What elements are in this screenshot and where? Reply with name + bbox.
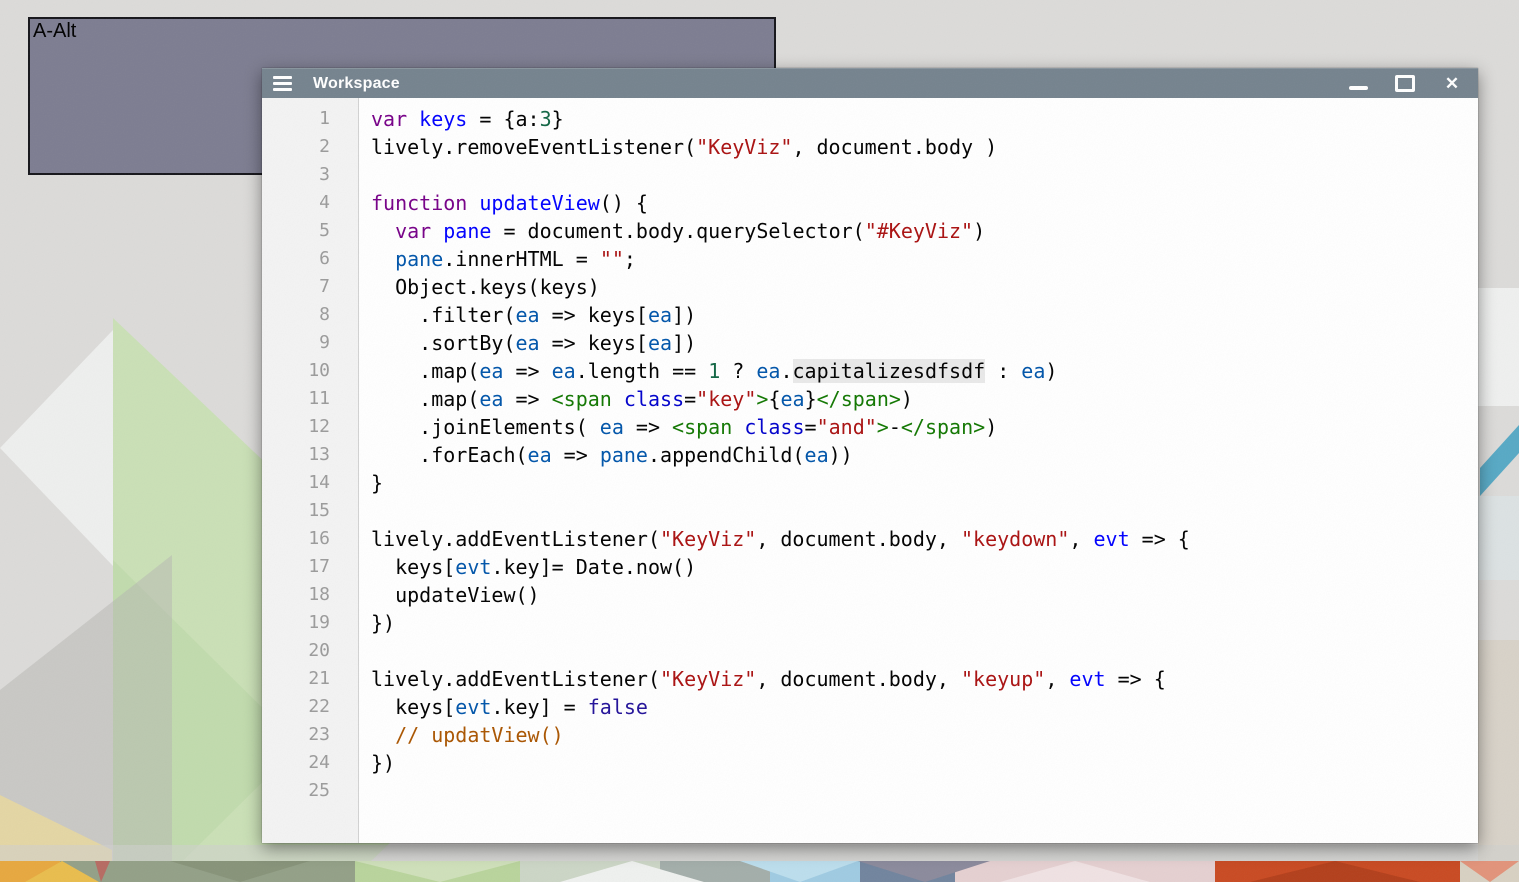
code-line: }) xyxy=(371,609,1478,637)
background-shape xyxy=(1480,425,1519,496)
code-line: lively.addEventListener("KeyViz", docume… xyxy=(371,525,1478,553)
line-number: 14 xyxy=(262,469,358,497)
background-shape xyxy=(1478,496,1519,580)
code-line: .filter(ea => keys[ea]) xyxy=(371,301,1478,329)
code-line: lively.removeEventListener("KeyViz", doc… xyxy=(371,133,1478,161)
line-number: 5 xyxy=(262,217,358,245)
close-icon: ✕ xyxy=(1445,75,1459,92)
line-number: 3 xyxy=(262,161,358,189)
code-line: keys[evt.key]= Date.now() xyxy=(371,553,1478,581)
line-number: 21 xyxy=(262,665,358,693)
code-line xyxy=(371,497,1478,525)
maximize-icon xyxy=(1395,75,1415,92)
code-line: var keys = {a:3} xyxy=(371,105,1478,133)
line-number: 15 xyxy=(262,497,358,525)
code-line: Object.keys(keys) xyxy=(371,273,1478,301)
code-line: .map(ea => <span class="key">{ea}</span>… xyxy=(371,385,1478,413)
line-number: 18 xyxy=(262,581,358,609)
line-number: 19 xyxy=(262,609,358,637)
workspace-window: Workspace ✕ 1234567891011121314151617181… xyxy=(262,68,1478,843)
code-line: .sortBy(ea => keys[ea]) xyxy=(371,329,1478,357)
window-title: Workspace xyxy=(313,75,400,93)
code-line: keys[evt.key] = false xyxy=(371,693,1478,721)
background-shape xyxy=(1478,288,1519,406)
line-number-gutter: 1234567891011121314151617181920212223242… xyxy=(262,98,359,843)
line-number: 8 xyxy=(262,301,358,329)
minimize-icon xyxy=(1349,86,1368,90)
line-number: 11 xyxy=(262,385,358,413)
line-number: 1 xyxy=(262,105,358,133)
code-line xyxy=(371,161,1478,189)
line-number: 12 xyxy=(262,413,358,441)
line-number: 7 xyxy=(262,273,358,301)
code-line: .joinElements( ea => <span class="and">-… xyxy=(371,413,1478,441)
close-button[interactable]: ✕ xyxy=(1442,74,1462,94)
code-line: updateView() xyxy=(371,581,1478,609)
minimize-button[interactable] xyxy=(1348,74,1368,94)
line-number: 9 xyxy=(262,329,358,357)
line-number: 16 xyxy=(262,525,358,553)
code-line: // updatView() xyxy=(371,721,1478,749)
background-shape xyxy=(0,330,113,566)
window-titlebar[interactable]: Workspace ✕ xyxy=(262,68,1478,98)
code-line xyxy=(371,777,1478,805)
code-line: pane.innerHTML = ""; xyxy=(371,245,1478,273)
line-number: 13 xyxy=(262,441,358,469)
line-number: 25 xyxy=(262,777,358,805)
line-number: 23 xyxy=(262,721,358,749)
maximize-button[interactable] xyxy=(1395,74,1415,94)
line-number: 10 xyxy=(262,357,358,385)
background-shape xyxy=(1478,640,1519,861)
background-shape xyxy=(0,845,1519,861)
line-number: 17 xyxy=(262,553,358,581)
code-line: }) xyxy=(371,749,1478,777)
a-alt-label: A-Alt xyxy=(33,20,76,42)
line-number: 4 xyxy=(262,189,358,217)
window-controls: ✕ xyxy=(1348,74,1462,94)
line-number: 6 xyxy=(262,245,358,273)
line-number: 24 xyxy=(262,749,358,777)
code-line: .map(ea => ea.length == 1 ? ea.capitaliz… xyxy=(371,357,1478,385)
code-line: var pane = document.body.querySelector("… xyxy=(371,217,1478,245)
line-number: 2 xyxy=(262,133,358,161)
menu-icon[interactable] xyxy=(273,76,292,91)
code-line: } xyxy=(371,469,1478,497)
code-line: .forEach(ea => pane.appendChild(ea)) xyxy=(371,441,1478,469)
code-line: function updateView() { xyxy=(371,189,1478,217)
line-number: 20 xyxy=(262,637,358,665)
line-number: 22 xyxy=(262,693,358,721)
code-line xyxy=(371,637,1478,665)
code-editor: 1234567891011121314151617181920212223242… xyxy=(262,98,1478,843)
code-content[interactable]: var keys = {a:3}lively.removeEventListen… xyxy=(359,98,1478,843)
code-line: lively.addEventListener("KeyViz", docume… xyxy=(371,665,1478,693)
